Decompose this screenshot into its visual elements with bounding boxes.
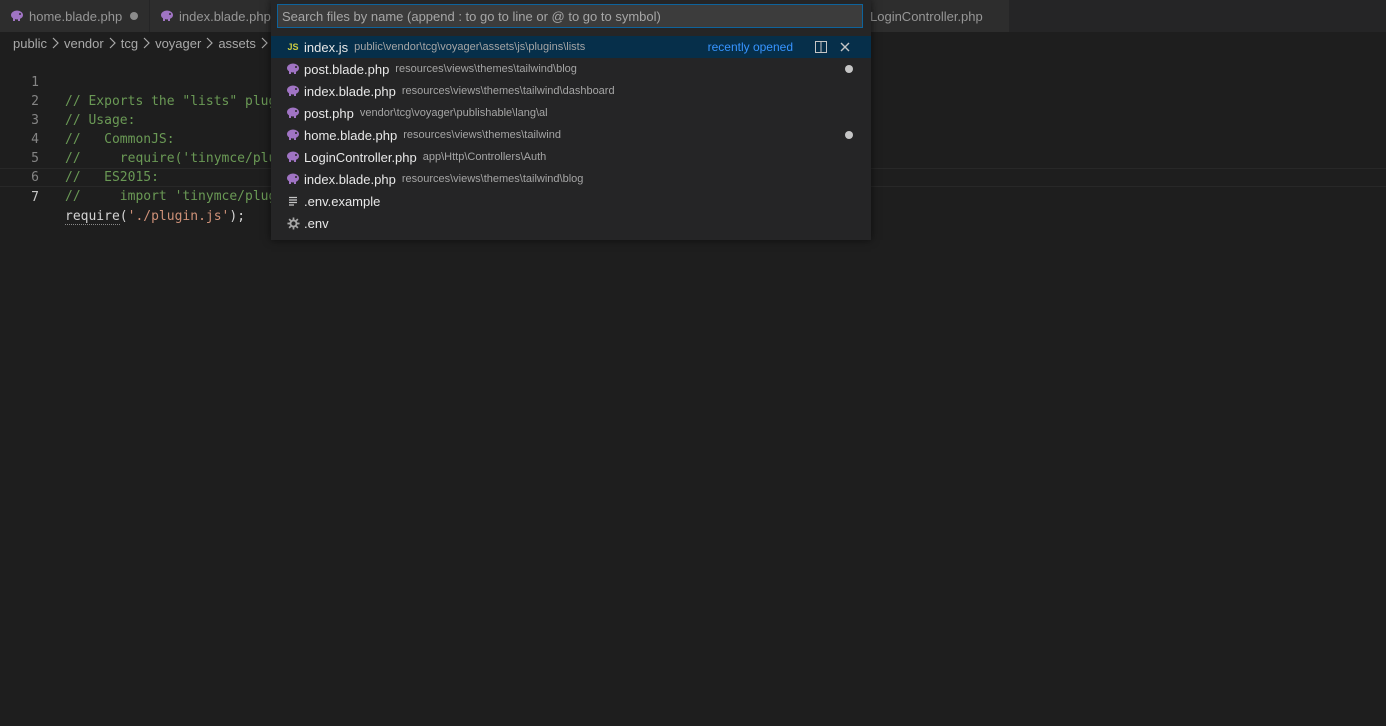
- chevron-right-icon: [52, 37, 59, 49]
- file-path: resources\views\themes\tailwind: [403, 129, 561, 141]
- quick-open-input-box[interactable]: [277, 4, 863, 28]
- js-icon: JS: [287, 42, 299, 52]
- php-elephant-icon: [286, 62, 300, 76]
- recently-opened-label: recently opened: [707, 40, 793, 54]
- code-string: './plugin.js': [127, 209, 230, 224]
- php-elephant-icon: [160, 10, 174, 22]
- tab-label: index.blade.php: [179, 8, 271, 24]
- breadcrumb-item[interactable]: public: [13, 36, 47, 51]
- code-text: // import 'tinymce/plug: [65, 189, 277, 204]
- php-elephant-icon: [286, 172, 300, 186]
- item-actions: [845, 58, 853, 80]
- lines-icon: [286, 194, 300, 208]
- code-function: require: [65, 209, 120, 225]
- item-actions: [845, 124, 853, 146]
- file-path: vendor\tcg\voyager\publishable\lang\al: [359, 107, 548, 119]
- tab-label: home.blade.php: [29, 8, 123, 24]
- file-name: LoginController.php: [304, 149, 417, 165]
- tab-home-blade[interactable]: home.blade.php: [0, 0, 150, 32]
- file-name: post.php: [304, 105, 354, 121]
- modified-dot-icon[interactable]: [130, 12, 139, 20]
- breadcrumb-item[interactable]: voyager: [155, 36, 201, 51]
- code-punct: );: [229, 209, 246, 224]
- quick-open-widget: JS index.js public\vendor\tcg\voyager\as…: [271, 0, 871, 240]
- chevron-right-icon: [261, 37, 268, 49]
- php-elephant-icon: [286, 128, 300, 142]
- php-elephant-icon: [286, 106, 300, 120]
- quick-open-list: JS index.js public\vendor\tcg\voyager\as…: [271, 36, 871, 234]
- item-actions: recently opened: [708, 36, 853, 58]
- quick-open-item[interactable]: post.php vendor\tcg\voyager\publishable\…: [271, 102, 871, 124]
- file-path: public\vendor\tcg\voyager\assets\js\plug…: [354, 41, 586, 53]
- gear-icon: [286, 216, 300, 230]
- quick-open-item[interactable]: LoginController.php app\Http\Controllers…: [271, 146, 871, 168]
- code-punct: (: [119, 209, 128, 224]
- line-number: 7: [31, 190, 39, 205]
- quick-open-item[interactable]: index.blade.php resources\views\themes\t…: [271, 168, 871, 190]
- file-path: resources\views\themes\tailwind\dashboar…: [401, 85, 615, 97]
- php-elephant-icon: [10, 10, 24, 22]
- quick-open-search-input[interactable]: [282, 8, 862, 24]
- breadcrumb-item[interactable]: assets: [218, 36, 256, 51]
- file-path: resources\views\themes\tailwind\blog: [395, 63, 577, 75]
- php-elephant-icon: [286, 150, 300, 164]
- close-icon[interactable]: [837, 39, 853, 55]
- quick-open-item[interactable]: JS index.js public\vendor\tcg\voyager\as…: [271, 36, 871, 58]
- file-name: index.blade.php: [304, 83, 396, 99]
- quick-open-item[interactable]: index.blade.php resources\views\themes\t…: [271, 80, 871, 102]
- file-name: home.blade.php: [304, 127, 398, 143]
- file-path: app\Http\Controllers\Auth: [422, 151, 547, 163]
- file-name: .env: [304, 215, 329, 231]
- file-name: index.blade.php: [304, 171, 396, 187]
- modified-dot-icon: [845, 131, 853, 139]
- tab-label: LoginController.php: [870, 8, 983, 24]
- chevron-right-icon: [206, 37, 214, 49]
- file-name: post.blade.php: [304, 61, 390, 77]
- code-text: require('./plugin.js');: [65, 207, 245, 226]
- chevron-right-icon: [143, 37, 150, 49]
- file-name: .env.example: [304, 193, 381, 209]
- file-path: resources\views\themes\tailwind\blog: [401, 173, 584, 185]
- modified-dot-icon: [845, 65, 853, 73]
- quick-open-item[interactable]: post.blade.php resources\views\themes\ta…: [271, 58, 871, 80]
- quick-open-item[interactable]: home.blade.php resources\views\themes\ta…: [271, 124, 871, 146]
- split-editor-icon[interactable]: [813, 39, 829, 55]
- breadcrumb-item[interactable]: tcg: [121, 36, 138, 51]
- tab-login-controller[interactable]: LoginController.php: [860, 0, 1010, 32]
- chevron-right-icon: [109, 37, 116, 49]
- quick-open-item[interactable]: .env: [271, 212, 871, 234]
- file-name: index.js: [304, 39, 349, 55]
- tab-index-blade[interactable]: index.blade.php: [150, 0, 275, 32]
- breadcrumb-item[interactable]: vendor: [64, 36, 104, 51]
- php-elephant-icon: [286, 84, 300, 98]
- quick-open-item[interactable]: .env.example: [271, 190, 871, 212]
